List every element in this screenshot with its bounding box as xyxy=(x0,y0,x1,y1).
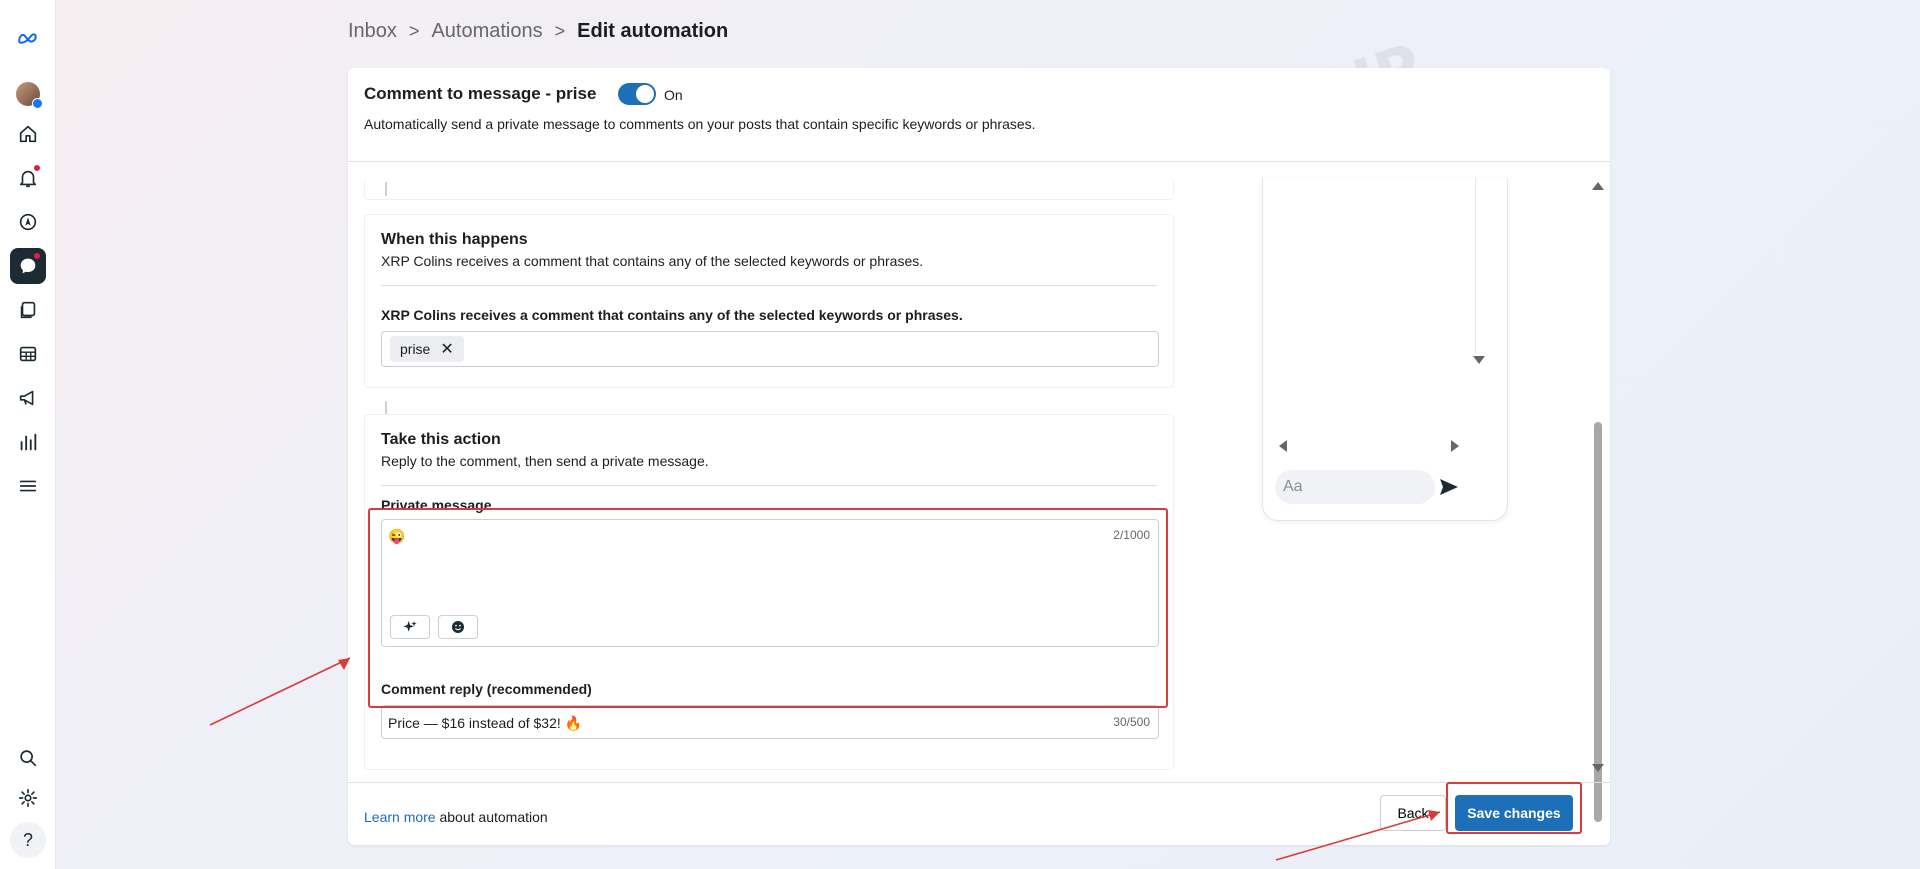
panel-footer: Learn more about automation Back Save ch… xyxy=(348,782,1610,845)
divider xyxy=(381,485,1157,486)
chart-icon[interactable] xyxy=(10,424,46,460)
toggle-label: On xyxy=(664,87,683,103)
comment-reply-counter: 30/500 xyxy=(1113,715,1150,729)
notification-dot xyxy=(34,253,40,259)
private-message-text: 😜 xyxy=(388,528,406,544)
private-message-textarea[interactable]: 😜 2/1000 xyxy=(381,519,1159,647)
remove-keyword-icon[interactable]: ✕ xyxy=(440,339,453,359)
chevron-right-icon: > xyxy=(408,21,420,41)
automation-toggle[interactable] xyxy=(618,83,656,105)
scroll-down-icon[interactable] xyxy=(1592,764,1604,772)
message-preview: Aa xyxy=(1262,178,1508,521)
automation-title: Comment to message - prise xyxy=(364,84,597,103)
comment-reply-text: Price — $16 instead of $32! 🔥 xyxy=(388,715,583,731)
pages-icon[interactable] xyxy=(10,292,46,328)
panel-scrollbar[interactable] xyxy=(1592,182,1604,822)
ai-sparkle-button[interactable] xyxy=(390,615,430,639)
previous-card-stub xyxy=(364,178,1174,200)
emoji-button[interactable] xyxy=(438,615,478,639)
caret-down-icon[interactable] xyxy=(1473,356,1485,364)
learn-more-link[interactable]: Learn more xyxy=(364,809,436,825)
settings-icon[interactable] xyxy=(10,780,46,816)
keywords-label: XRP Colins receives a comment that conta… xyxy=(381,307,963,323)
trigger-card: When this happens XRP Colins receives a … xyxy=(364,214,1174,415)
emoji-icon xyxy=(452,621,464,633)
compass-icon[interactable] xyxy=(10,204,46,240)
menu-icon[interactable] xyxy=(10,468,46,504)
scrollbar-thumb[interactable] xyxy=(1594,422,1602,822)
table-icon[interactable] xyxy=(10,336,46,372)
caret-left-icon[interactable] xyxy=(1279,440,1287,452)
learn-more-text: Learn more about automation xyxy=(364,809,548,825)
send-icon[interactable] xyxy=(1439,478,1459,496)
chat-icon[interactable] xyxy=(10,248,46,284)
divider xyxy=(381,285,1157,286)
home-icon[interactable] xyxy=(10,116,46,152)
help-icon[interactable]: ? xyxy=(10,822,46,858)
bell-icon[interactable] xyxy=(10,160,46,196)
automation-header: Comment to message - prise On Automatica… xyxy=(348,68,1610,162)
profile-avatar[interactable] xyxy=(16,82,43,109)
automation-description: Automatically send a private message to … xyxy=(364,116,1036,132)
flow-connector xyxy=(385,401,387,415)
comment-reply-label: Comment reply (recommended) xyxy=(381,681,592,697)
preview-message-input[interactable]: Aa xyxy=(1275,470,1435,504)
left-navigation-rail: ? xyxy=(0,0,56,869)
scroll-up-icon[interactable] xyxy=(1592,182,1604,190)
annotation-arrow xyxy=(209,657,351,726)
action-title: Take this action xyxy=(381,431,501,448)
save-changes-button[interactable]: Save changes xyxy=(1455,795,1573,831)
back-button[interactable]: Back xyxy=(1380,795,1446,831)
learn-more-suffix: about automation xyxy=(435,809,548,825)
breadcrumb-automations[interactable]: Automations xyxy=(431,20,542,43)
preview-scroll-track xyxy=(1475,178,1487,354)
preview-input-placeholder: Aa xyxy=(1283,478,1303,495)
trigger-title: When this happens xyxy=(381,231,528,248)
breadcrumb-inbox[interactable]: Inbox xyxy=(348,20,397,43)
automation-editor-panel: Comment to message - prise On Automatica… xyxy=(348,68,1610,845)
megaphone-icon[interactable] xyxy=(10,380,46,416)
sparkle-icon xyxy=(403,621,417,632)
keyword-chip: prise ✕ xyxy=(390,336,464,362)
search-icon[interactable] xyxy=(10,740,46,776)
breadcrumb: Inbox > Automations > Edit automation xyxy=(348,20,728,43)
private-message-counter: 2/1000 xyxy=(1113,528,1150,542)
notification-dot xyxy=(34,165,40,171)
action-subtitle: Reply to the comment, then send a privat… xyxy=(381,453,709,469)
meta-logo-icon[interactable] xyxy=(10,20,46,56)
page-title: Edit automation xyxy=(577,20,729,42)
private-message-label: Private message xyxy=(381,497,492,513)
toggle-knob xyxy=(636,85,654,103)
keyword-chip-label: prise xyxy=(400,341,431,357)
comment-reply-input[interactable]: Price — $16 instead of $32! 🔥 30/500 xyxy=(381,705,1159,739)
keywords-input[interactable]: prise ✕ xyxy=(381,331,1159,367)
chevron-right-icon: > xyxy=(554,21,566,41)
facebook-badge-icon xyxy=(32,98,43,109)
action-card: Take this action Reply to the comment, t… xyxy=(364,414,1174,770)
flow-connector xyxy=(385,182,387,196)
caret-right-icon[interactable] xyxy=(1451,440,1459,452)
trigger-subtitle: XRP Colins receives a comment that conta… xyxy=(381,253,924,269)
